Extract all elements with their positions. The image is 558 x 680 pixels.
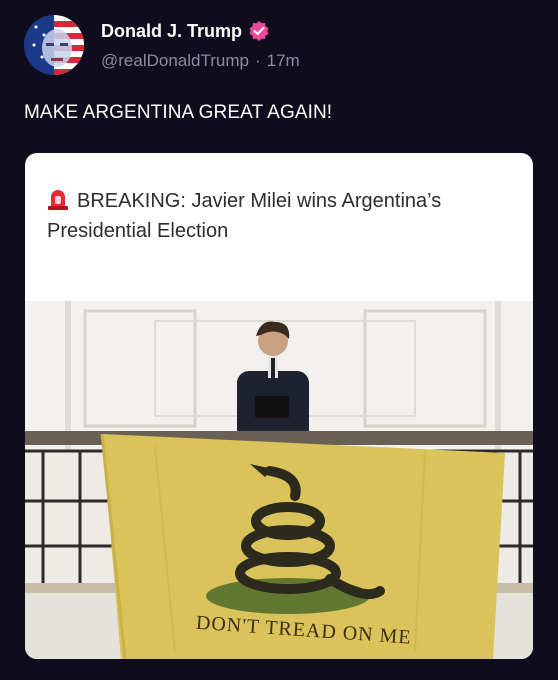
author-handle[interactable]: @realDonaldTrump bbox=[101, 51, 249, 71]
card-headline: BREAKING: Javier Milei wins Argentina’s … bbox=[47, 190, 442, 242]
post-text: MAKE ARGENTINA GREAT AGAIN! bbox=[24, 102, 333, 123]
media-card[interactable]: BREAKING: Javier Milei wins Argentina’s … bbox=[25, 153, 533, 659]
verified-badge-icon bbox=[249, 21, 269, 41]
police-siren-icon bbox=[47, 187, 69, 211]
post-timestamp[interactable]: 17m bbox=[267, 51, 300, 71]
card-headline-block: BREAKING: Javier Milei wins Argentina’s … bbox=[47, 186, 517, 246]
avatar-image bbox=[24, 15, 84, 75]
post-header: Donald J. Trump @realDonaldTrump · 17m bbox=[24, 15, 534, 77]
avatar[interactable] bbox=[24, 15, 84, 75]
gadsden-flag: DON'T TREAD ON ME bbox=[100, 433, 505, 659]
separator-dot: · bbox=[254, 51, 261, 70]
author-display-name[interactable]: Donald J. Trump bbox=[101, 21, 242, 42]
card-photo[interactable]: DON'T TREAD ON ME bbox=[25, 301, 533, 659]
photo-illustration: DON'T TREAD ON ME bbox=[25, 301, 533, 659]
